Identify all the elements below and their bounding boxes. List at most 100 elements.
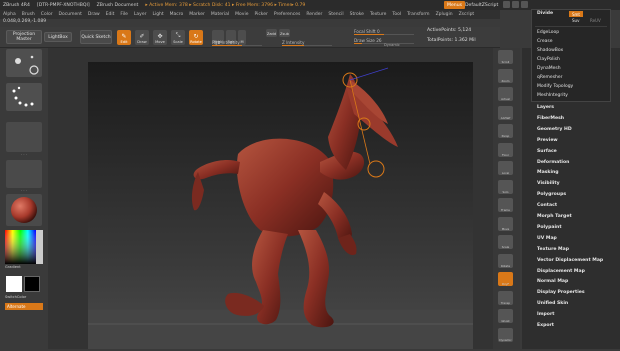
suv-toggle[interactable]: Suv: [572, 18, 579, 23]
menu-texture[interactable]: Texture: [370, 12, 386, 17]
dropdown-crease[interactable]: Crease: [537, 39, 553, 44]
menu-tool[interactable]: Tool: [392, 12, 401, 17]
menu-brush[interactable]: Brush: [22, 12, 35, 17]
palette-surface[interactable]: Surface: [537, 149, 557, 154]
alpha-thumbnail[interactable]: [6, 122, 42, 152]
material-thumbnail[interactable]: [6, 194, 42, 226]
menu-edit[interactable]: Edit: [106, 12, 115, 17]
menu-document[interactable]: Document: [59, 12, 82, 17]
shelf-ghost-button[interactable]: Ghost: [498, 309, 513, 323]
main-color-swatch[interactable]: [6, 276, 22, 292]
menu-file[interactable]: File: [120, 12, 128, 17]
dropdown-shadowbox[interactable]: ShadowBox: [537, 48, 563, 53]
dropdown-claypolish[interactable]: ClayPolish: [537, 57, 560, 62]
palette-visibility[interactable]: Visibility: [537, 181, 560, 186]
menu-picker[interactable]: Picker: [254, 12, 267, 17]
shelf-scroll-button[interactable]: Scroll: [498, 50, 513, 64]
shelf-polyf-button[interactable]: PolyF: [498, 272, 513, 286]
shelf-local-button[interactable]: Local: [498, 161, 513, 175]
alternate-button[interactable]: Alternate: [5, 303, 43, 310]
zsub-button[interactable]: Zsub: [279, 29, 290, 37]
palette-preview[interactable]: Preview: [537, 138, 558, 143]
palette-displacement-map[interactable]: Displacement Map: [537, 269, 585, 274]
palette-export[interactable]: Export: [537, 323, 554, 328]
menu-render[interactable]: Render: [306, 12, 322, 17]
shelf-solo-button[interactable]: Solo: [498, 179, 513, 194]
menu-color[interactable]: Color: [41, 12, 53, 17]
switch-color-label[interactable]: SwitchColor: [5, 295, 41, 299]
palette-texture-map[interactable]: Texture Map: [537, 247, 569, 252]
focal-shift-slider[interactable]: Focal Shift 0: [354, 28, 414, 35]
dynamic-label[interactable]: Dynamic: [384, 43, 400, 47]
menu-light[interactable]: Light: [152, 12, 163, 17]
shelf-dynamic-button[interactable]: Dynamic: [498, 327, 513, 342]
texture-thumbnail[interactable]: [6, 160, 42, 188]
palette-vector-displacement-map[interactable]: Vector Displacement Map: [537, 258, 603, 263]
menu-alpha[interactable]: Alpha: [3, 12, 16, 17]
rotate-tool-button[interactable]: ↻ Rotate: [189, 30, 203, 45]
palette-polygroups[interactable]: Polygroups: [537, 192, 566, 197]
brush-thumbnail[interactable]: [6, 49, 42, 77]
dropdown-modify-topology[interactable]: Modify Topology: [537, 84, 573, 89]
menu-zplugin[interactable]: Zplugin: [436, 12, 453, 17]
palette-uv-map[interactable]: UV Map: [537, 236, 557, 241]
minimize-icon[interactable]: [503, 1, 510, 8]
palette-morph-target[interactable]: Morph Target: [537, 214, 572, 219]
color-picker[interactable]: [5, 230, 43, 264]
palette-contact[interactable]: Contact: [537, 203, 557, 208]
edit-tool-button[interactable]: ✎ Edit: [117, 30, 131, 45]
secondary-color-swatch[interactable]: [24, 276, 40, 292]
projection-master-button[interactable]: Projection Master: [6, 30, 42, 44]
gradient-label[interactable]: Gradient: [5, 265, 41, 269]
shelf-actual-button[interactable]: Actual: [498, 87, 513, 101]
menu-material[interactable]: Material: [211, 12, 229, 17]
rgb-intensity-slider[interactable]: Rgb Intensity: [212, 39, 262, 46]
palette-fibermesh[interactable]: FiberMesh: [537, 116, 564, 121]
menu-layer[interactable]: Layer: [134, 12, 147, 17]
shelf-move-button[interactable]: Move: [498, 216, 513, 231]
menu-stencil[interactable]: Stencil: [328, 12, 343, 17]
shelf-rotate-button[interactable]: Rotate: [498, 253, 513, 268]
palette-layers[interactable]: Layers: [537, 105, 554, 110]
divide-button[interactable]: Divide: [537, 11, 553, 16]
default-zscript-label[interactable]: DefaultZScript: [462, 1, 501, 9]
maximize-icon[interactable]: [512, 1, 519, 8]
shelf-frame-button[interactable]: Frame: [498, 198, 513, 212]
draw-tool-button[interactable]: ✐ Draw: [135, 30, 149, 45]
menu-draw[interactable]: Draw: [88, 12, 100, 17]
document-canvas[interactable]: [88, 62, 473, 349]
shelf-aahalf-button[interactable]: AAHalf: [498, 105, 513, 120]
move-tool-button[interactable]: ✥ Move: [153, 30, 167, 45]
menu-preferences[interactable]: Preferences: [274, 12, 300, 17]
scale-tool-button[interactable]: ⤡ Scale: [171, 30, 185, 45]
palette-masking[interactable]: Masking: [537, 170, 559, 175]
menu-stroke[interactable]: Stroke: [350, 12, 364, 17]
menu-zscript[interactable]: Zscript: [459, 12, 475, 17]
menu-marker[interactable]: Marker: [189, 12, 205, 17]
palette-normal-map[interactable]: Normal Map: [537, 279, 568, 284]
close-icon[interactable]: [521, 1, 528, 8]
shelf-floor-button[interactable]: Floor: [498, 142, 513, 157]
shelf-zoom-button[interactable]: Zoom: [498, 68, 513, 83]
dropdown-dynamesh[interactable]: DynaMesh: [537, 66, 561, 71]
palette-polypaint[interactable]: Polypaint: [537, 225, 562, 230]
shelf-persp-button[interactable]: Persp: [498, 124, 513, 138]
quick-sketch-button[interactable]: Quick Sketch: [80, 30, 112, 44]
palette-geometry-hd[interactable]: Geometry HD: [537, 127, 572, 132]
menu-movie[interactable]: Movie: [235, 12, 248, 17]
menu-macro[interactable]: Macro: [170, 12, 184, 17]
dropdown-meshintegrity[interactable]: MeshIntegrity: [537, 93, 568, 98]
palette-display-properties[interactable]: Display Properties: [537, 290, 585, 295]
shelf-transp-button[interactable]: Transp: [498, 290, 513, 305]
palette-deformation[interactable]: Deformation: [537, 160, 569, 165]
z-intensity-slider[interactable]: Z Intensity: [282, 39, 332, 46]
smt-toggle[interactable]: Smt: [569, 11, 583, 17]
palette-import[interactable]: Import: [537, 312, 554, 317]
palette-unified-skin[interactable]: Unified Skin: [537, 301, 568, 306]
dropdown-qremesher[interactable]: qRemesher: [537, 75, 563, 80]
reuv-toggle[interactable]: ReUV: [590, 18, 601, 23]
dropdown-edgeloop[interactable]: EdgeLoop: [537, 30, 559, 35]
menu-transform[interactable]: Transform: [407, 12, 429, 17]
shelf-scale-button[interactable]: Scale: [498, 235, 513, 249]
lightbox-button[interactable]: LightBox: [44, 32, 72, 42]
